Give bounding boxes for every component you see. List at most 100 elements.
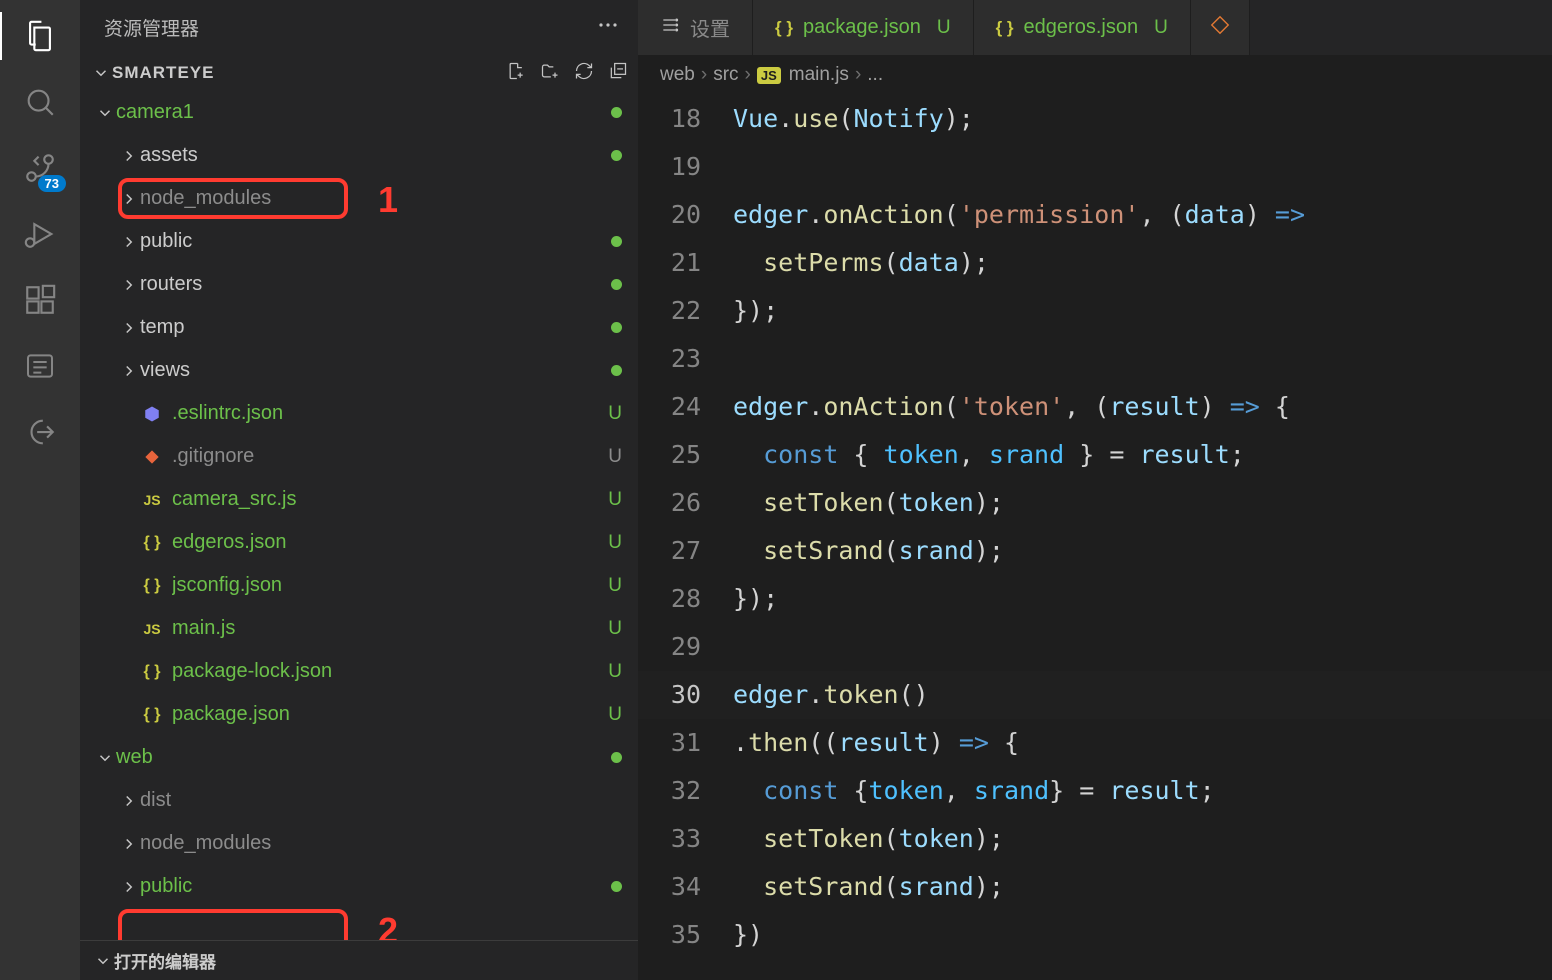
folder-item[interactable]: assets <box>80 134 638 177</box>
open-editors-label: 打开的编辑器 <box>114 948 216 973</box>
folder-item[interactable]: node_modules <box>80 177 638 220</box>
file-item[interactable]: { } edgeros.jsonU <box>80 521 638 564</box>
json-file-icon: { } <box>140 663 164 681</box>
code-line[interactable]: 23 <box>638 335 1552 383</box>
activity-logout[interactable] <box>16 408 64 456</box>
line-number: 24 <box>638 383 733 431</box>
code-content: setSrand(srand); <box>733 863 1004 911</box>
chevron-right-icon: › <box>745 64 751 86</box>
git-untracked-badge: U <box>608 704 622 726</box>
code-line[interactable]: 20edger.onAction('permission', (data) => <box>638 191 1552 239</box>
git-untracked-badge: U <box>937 17 951 39</box>
code-line[interactable]: 33 setToken(token); <box>638 815 1552 863</box>
tree-label: node_modules <box>140 187 622 210</box>
git-untracked-badge: U <box>608 446 622 468</box>
breadcrumb[interactable]: web › src › JS main.js › ... <box>638 55 1552 95</box>
folder-item[interactable]: node_modules <box>80 822 638 865</box>
file-item[interactable]: .gitignoreU <box>80 435 638 478</box>
code-line[interactable]: 24edger.onAction('token', (result) => { <box>638 383 1552 431</box>
settings-icon <box>660 15 680 41</box>
chevron-right-icon: › <box>855 64 861 86</box>
workspace-header[interactable]: SMARTEYE <box>80 55 638 91</box>
js-file-icon: JS <box>140 621 164 637</box>
code-line[interactable]: 19 <box>638 143 1552 191</box>
json-file-icon: { } <box>140 534 164 552</box>
code-line[interactable]: 32 const {token, srand} = result; <box>638 767 1552 815</box>
tree-label: .gitignore <box>172 445 608 468</box>
code-line[interactable]: 27 setSrand(srand); <box>638 527 1552 575</box>
code-line[interactable]: 22}); <box>638 287 1552 335</box>
file-item[interactable]: JScamera_src.jsU <box>80 478 638 521</box>
folder-item[interactable]: temp <box>80 306 638 349</box>
folder-item[interactable]: web <box>80 736 638 779</box>
activity-source-control[interactable]: 73 <box>16 144 64 192</box>
file-item[interactable]: { }package.jsonU <box>80 693 638 736</box>
js-file-icon: JS <box>757 67 781 84</box>
activity-output[interactable] <box>16 342 64 390</box>
code-content: }) <box>733 911 763 959</box>
folder-item[interactable]: camera1 <box>80 91 638 134</box>
code-line[interactable]: 34 setSrand(srand); <box>638 863 1552 911</box>
editor-tab[interactable]: { }package.jsonU <box>753 0 974 55</box>
code-editor[interactable]: 18Vue.use(Notify);1920edger.onAction('pe… <box>638 95 1552 980</box>
activity-explorer[interactable] <box>16 12 64 60</box>
code-line[interactable]: 18Vue.use(Notify); <box>638 95 1552 143</box>
git-untracked-badge: U <box>608 489 622 511</box>
code-content: const { token, srand } = result; <box>733 431 1245 479</box>
git-untracked-badge: U <box>608 532 622 554</box>
git-modified-dot <box>611 365 622 376</box>
line-number: 23 <box>638 335 733 383</box>
code-line[interactable]: 26 setToken(token); <box>638 479 1552 527</box>
tree-label: package-lock.json <box>172 660 608 683</box>
sidebar-more-icon[interactable] <box>596 13 620 43</box>
activity-run-debug[interactable] <box>16 210 64 258</box>
code-line[interactable]: 30edger.token() <box>638 671 1552 719</box>
file-item[interactable]: JSmain.jsU <box>80 607 638 650</box>
code-content: const {token, srand} = result; <box>733 767 1215 815</box>
folder-item[interactable]: routers <box>80 263 638 306</box>
folder-item[interactable]: views <box>80 349 638 392</box>
line-number: 35 <box>638 911 733 959</box>
chevron-right-icon <box>118 319 140 337</box>
code-content: edger.onAction('permission', (data) => <box>733 191 1305 239</box>
breadcrumb-part: web <box>660 64 695 86</box>
code-content: }); <box>733 575 778 623</box>
code-line[interactable]: 29 <box>638 623 1552 671</box>
tree-label: assets <box>140 144 611 167</box>
chevron-right-icon <box>118 878 140 896</box>
file-item[interactable]: .eslintrc.jsonU <box>80 392 638 435</box>
code-line[interactable]: 21 setPerms(data); <box>638 239 1552 287</box>
editor-tab[interactable]: { }edgeros.jsonU <box>974 0 1191 55</box>
code-line[interactable]: 25 const { token, srand } = result; <box>638 431 1552 479</box>
tree-label: edgeros.json <box>172 531 608 554</box>
git-untracked-badge: U <box>608 618 622 640</box>
open-editors-header[interactable]: 打开的编辑器 <box>80 940 638 980</box>
line-number: 33 <box>638 815 733 863</box>
workspace-name: SMARTEYE <box>112 63 214 83</box>
line-number: 31 <box>638 719 733 767</box>
activity-extensions[interactable] <box>16 276 64 324</box>
line-number: 21 <box>638 239 733 287</box>
git-modified-dot <box>611 236 622 247</box>
tree-label: camera1 <box>116 101 611 124</box>
collapse-all-icon[interactable] <box>608 61 628 86</box>
code-line[interactable]: 35}) <box>638 911 1552 959</box>
file-item[interactable]: { }jsconfig.jsonU <box>80 564 638 607</box>
git-modified-dot <box>611 150 622 161</box>
code-line[interactable]: 28}); <box>638 575 1552 623</box>
refresh-icon[interactable] <box>574 61 594 86</box>
file-item[interactable]: { }package-lock.jsonU <box>80 650 638 693</box>
editor-area: 设置{ }package.jsonU{ }edgeros.jsonU web ›… <box>638 0 1552 980</box>
line-number: 19 <box>638 143 733 191</box>
new-folder-icon[interactable] <box>540 61 560 86</box>
activity-search[interactable] <box>16 78 64 126</box>
folder-item[interactable]: public <box>80 865 638 908</box>
sidebar-title: 资源管理器 <box>104 14 199 41</box>
folder-item[interactable]: dist <box>80 779 638 822</box>
folder-item[interactable]: public <box>80 220 638 263</box>
breadcrumb-part: src <box>713 64 738 86</box>
code-line[interactable]: 31.then((result) => { <box>638 719 1552 767</box>
new-file-icon[interactable] <box>506 61 526 86</box>
editor-tab[interactable] <box>1191 0 1250 55</box>
editor-tab[interactable]: 设置 <box>638 0 753 55</box>
